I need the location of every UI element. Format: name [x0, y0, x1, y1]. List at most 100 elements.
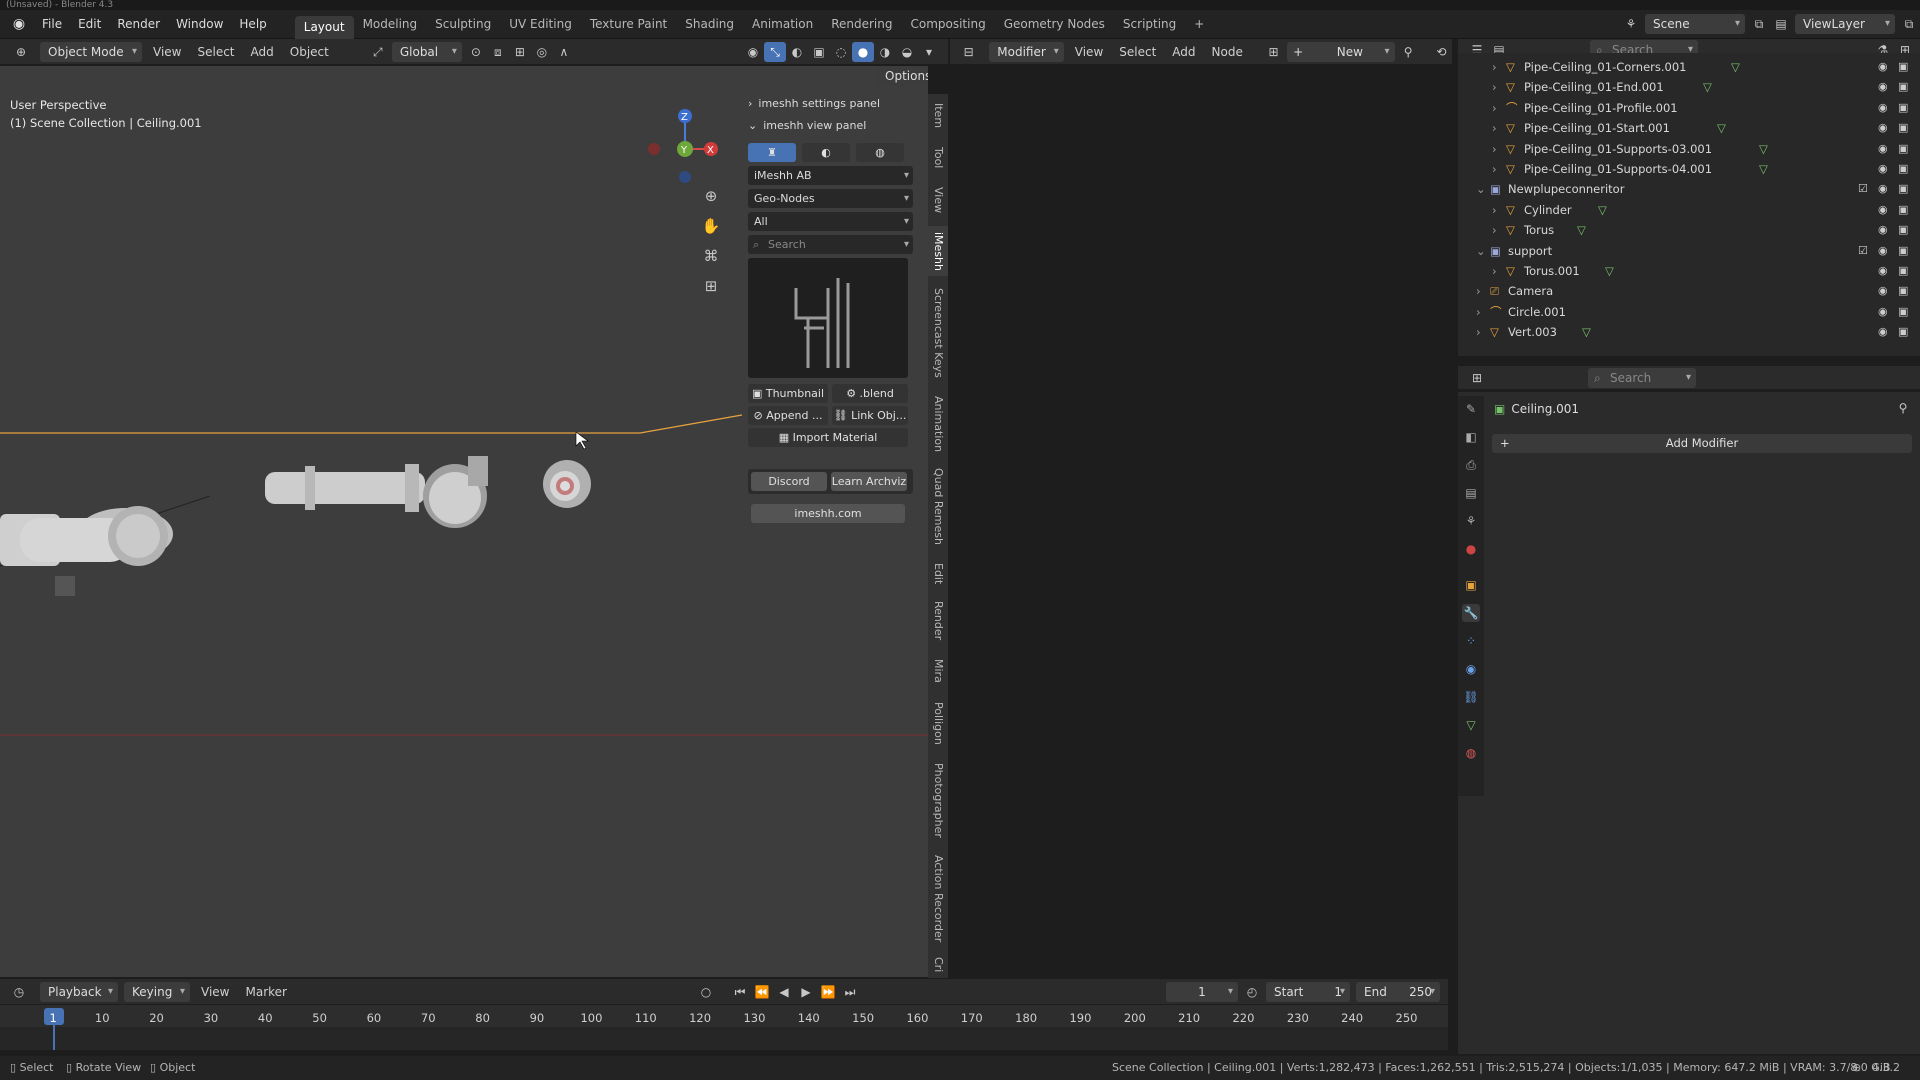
- view-layer-tab-icon[interactable]: ▤: [1462, 484, 1480, 502]
- node-menu-view[interactable]: View: [1067, 39, 1111, 65]
- visibility-eye-icon[interactable]: ◉: [1878, 322, 1888, 342]
- render-visibility-icon[interactable]: ▣: [1898, 281, 1908, 301]
- constraints-tab-icon[interactable]: ⛓: [1462, 688, 1480, 706]
- render-visibility-icon[interactable]: ▣: [1898, 57, 1908, 77]
- expand-chevron-icon[interactable]: ›: [1492, 139, 1497, 159]
- mode-selector[interactable]: Object Mode: [40, 41, 142, 62]
- imeshh-site-button[interactable]: imeshh.com: [751, 504, 905, 523]
- jump-end-icon[interactable]: ⏭: [839, 982, 861, 1002]
- node-menu-node[interactable]: Node: [1204, 39, 1251, 65]
- sidebar-tab-imeshh[interactable]: iMeshh: [928, 226, 948, 276]
- current-frame-field[interactable]: 1: [1166, 981, 1238, 1002]
- tab-rendering[interactable]: Rendering: [822, 10, 901, 39]
- tab-shading[interactable]: Shading: [676, 10, 743, 39]
- models-tab-icon[interactable]: ♜: [748, 143, 796, 162]
- tab-modeling[interactable]: Modeling: [354, 10, 427, 39]
- physics-tab-icon[interactable]: ◉: [1462, 660, 1480, 678]
- viewport-menu-select[interactable]: Select: [189, 39, 242, 65]
- visibility-eye-icon[interactable]: ◉: [1878, 139, 1888, 159]
- solid-shading-icon[interactable]: ●: [852, 41, 874, 62]
- ortho-toggle-icon[interactable]: ⊞: [700, 276, 722, 296]
- menu-window[interactable]: Window: [168, 10, 231, 39]
- menu-edit[interactable]: Edit: [70, 10, 109, 39]
- start-frame-field[interactable]: Start 1: [1266, 981, 1350, 1002]
- render-visibility-icon[interactable]: ▣: [1898, 302, 1908, 322]
- tab-uv-editing[interactable]: UV Editing: [500, 10, 581, 39]
- menu-render[interactable]: Render: [109, 10, 168, 39]
- visibility-eye-icon[interactable]: ◉: [1878, 77, 1888, 97]
- sidebar-tab-polligon[interactable]: Polligon: [928, 698, 948, 748]
- outliner-row[interactable]: › ⌒ Circle.001 ◉ ▣: [1458, 302, 1920, 322]
- expand-chevron-icon[interactable]: ⌄: [1476, 179, 1486, 199]
- auto-key-icon[interactable]: ○: [695, 982, 717, 1002]
- materials-tab-icon[interactable]: ◐: [802, 143, 850, 162]
- editor-type-icon[interactable]: ⊕: [10, 42, 32, 62]
- navigation-gizmo[interactable]: Z X Y: [640, 96, 730, 196]
- render-visibility-icon[interactable]: ▣: [1898, 159, 1908, 179]
- pin-icon[interactable]: ⚲: [1398, 42, 1419, 62]
- modifier-tab-icon[interactable]: 🔧: [1462, 604, 1480, 622]
- expand-chevron-icon[interactable]: ›: [1476, 281, 1481, 301]
- outliner-row[interactable]: › ⎚ Camera ◉ ▣: [1458, 281, 1920, 301]
- sidebar-tab-mira[interactable]: Mira: [928, 656, 948, 686]
- play-reverse-icon[interactable]: ◀: [773, 982, 795, 1002]
- properties-search-input[interactable]: ⌕ Search: [1588, 367, 1696, 388]
- visibility-eye-icon[interactable]: ◉: [1878, 200, 1888, 220]
- mesh-data-icon[interactable]: ▽: [1759, 159, 1768, 179]
- expand-chevron-icon[interactable]: ›: [1476, 322, 1481, 342]
- keying-menu[interactable]: Keying: [124, 981, 190, 1002]
- expand-chevron-icon[interactable]: ›: [1492, 98, 1497, 118]
- outliner-row[interactable]: › ▽ Pipe-Ceiling_01-Supports-03.001 ▽ ◉ ▣: [1458, 139, 1920, 159]
- sidebar-tab-screencast-keys[interactable]: Screencast Keys: [928, 286, 948, 380]
- output-tab-icon[interactable]: ⎙: [1462, 456, 1480, 474]
- tab-compositing[interactable]: Compositing: [901, 10, 994, 39]
- mesh-data-icon[interactable]: ▽: [1582, 322, 1591, 342]
- render-visibility-icon[interactable]: ▣: [1898, 179, 1908, 199]
- blend-button[interactable]: ⚙ .blend: [832, 384, 908, 403]
- exclude-checkbox-icon[interactable]: ☑: [1858, 179, 1868, 199]
- outliner-row[interactable]: › ▽ Vert.003 ▽ ◉ ▣: [1458, 322, 1920, 342]
- sidebar-tab-view[interactable]: View: [928, 182, 948, 218]
- scene-icon[interactable]: ⚘: [1620, 14, 1642, 34]
- sidebar-tab-photographer[interactable]: Photographer: [928, 760, 948, 840]
- visibility-eye-icon[interactable]: ◉: [1878, 241, 1888, 261]
- visibility-eye-icon[interactable]: ◉: [1878, 281, 1888, 301]
- add-workspace-button[interactable]: +: [1185, 10, 1213, 39]
- expand-chevron-icon[interactable]: ›: [1492, 159, 1497, 179]
- outliner-row[interactable]: › ▽ Cylinder ▽ ◉ ▣: [1458, 200, 1920, 220]
- node-sync-icon[interactable]: ⟲: [1431, 42, 1452, 62]
- mesh-data-icon[interactable]: ▽: [1759, 139, 1768, 159]
- visibility-eye-icon[interactable]: ◉: [1878, 220, 1888, 240]
- link-object-button[interactable]: ⛓ Link Obj...: [832, 406, 908, 425]
- visibility-eye-icon[interactable]: ◉: [1878, 57, 1888, 77]
- visibility-eye-icon[interactable]: ◉: [1878, 302, 1888, 322]
- play-icon[interactable]: ▶: [795, 982, 817, 1002]
- preview-range-icon[interactable]: ◴: [1241, 982, 1263, 1002]
- view-layer-selector[interactable]: ViewLayer: [1795, 14, 1895, 34]
- properties-editor-icon[interactable]: ⊞: [1466, 368, 1488, 388]
- category-selector[interactable]: Geo-Nodes: [748, 189, 913, 208]
- outliner-row[interactable]: ⌄ ▣ support ☑ ◉ ▣: [1458, 241, 1920, 261]
- viewport-menu-object[interactable]: Object: [282, 39, 337, 65]
- tab-geometry-nodes[interactable]: Geometry Nodes: [995, 10, 1114, 39]
- exclude-checkbox-icon[interactable]: ☑: [1858, 241, 1868, 261]
- outliner-row[interactable]: ⌄ ▣ Newplupeconneritor ☑ ◉ ▣: [1458, 179, 1920, 199]
- render-visibility-icon[interactable]: ▣: [1898, 118, 1908, 138]
- gizmo-toggle-icon[interactable]: ⤡: [764, 41, 786, 62]
- render-visibility-icon[interactable]: ▣: [1898, 139, 1908, 159]
- visibility-eye-icon[interactable]: ◉: [1878, 159, 1888, 179]
- outliner-row[interactable]: › ⌒ Pipe-Ceiling_01-Profile.001 ◉ ▣: [1458, 98, 1920, 118]
- xray-icon[interactable]: ▣: [808, 42, 830, 62]
- menu-file[interactable]: File: [34, 10, 70, 39]
- new-node-group-button[interactable]: + New: [1287, 41, 1395, 62]
- visibility-eye-icon[interactable]: ◉: [1878, 179, 1888, 199]
- outliner-row[interactable]: › ▽ Pipe-Ceiling_01-End.001 ▽ ◉ ▣: [1458, 77, 1920, 97]
- mesh-data-icon[interactable]: ▽: [1717, 118, 1726, 138]
- scene-tab-icon[interactable]: ⚘: [1462, 512, 1480, 530]
- transform-orientation-icon[interactable]: ⤢: [367, 42, 389, 62]
- transform-orientation-selector[interactable]: Global: [391, 41, 462, 62]
- wireframe-shading-icon[interactable]: ◌: [830, 42, 852, 62]
- expand-chevron-icon[interactable]: ›: [1476, 302, 1481, 322]
- blender-logo-icon[interactable]: ◉: [10, 15, 28, 33]
- playback-menu[interactable]: Playback: [40, 981, 118, 1002]
